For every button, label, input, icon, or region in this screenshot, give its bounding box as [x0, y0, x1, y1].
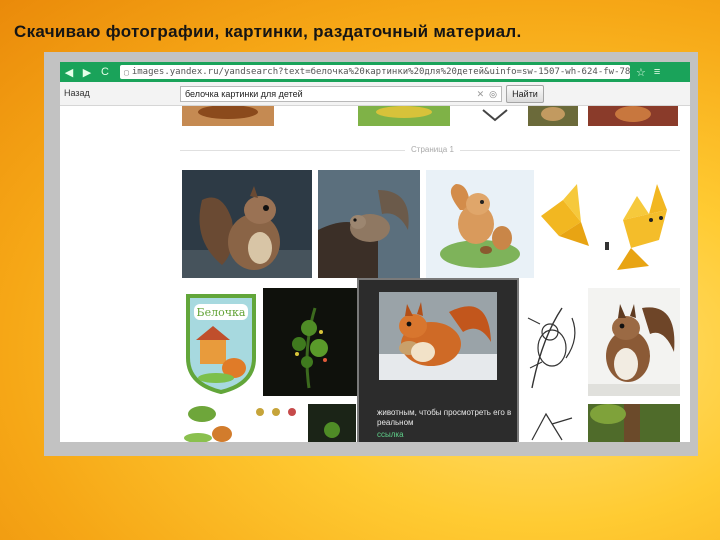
browser-window: ◀ ▶ C ▢ images.yandex.ru/yandsearch?text…: [60, 62, 690, 442]
search-query: белочка картинки для детей: [185, 89, 303, 99]
image-result[interactable]: [522, 404, 582, 442]
search-input[interactable]: белочка картинки для детей ✕ ◎: [180, 86, 502, 102]
menu-icon[interactable]: ≡: [654, 66, 660, 78]
url-text: images.yandex.ru/yandsearch?text=белочка…: [131, 67, 630, 77]
forward-arrow-icon[interactable]: ▶: [78, 66, 96, 79]
image-result[interactable]: [588, 404, 680, 442]
slide-title: Скачиваю фотографии, картинки, раздаточн…: [14, 22, 522, 41]
preview-description: животным, чтобы просмотреть его в реальн…: [377, 408, 512, 427]
image-result[interactable]: [263, 288, 357, 396]
image-result[interactable]: [537, 170, 679, 278]
image-result[interactable]: [318, 170, 420, 278]
back-arrow-icon[interactable]: ◀: [60, 66, 78, 79]
star-icon[interactable]: ☆: [636, 66, 646, 79]
image-result[interactable]: [475, 106, 515, 126]
image-result[interactable]: [588, 288, 680, 396]
find-button[interactable]: Найти: [506, 85, 544, 103]
image-result[interactable]: [426, 170, 534, 278]
back-button[interactable]: Назад: [64, 88, 90, 98]
image-result[interactable]: [308, 404, 356, 442]
clear-icon[interactable]: ✕: [477, 89, 485, 100]
image-preview-popup[interactable]: животным, чтобы просмотреть его в реальн…: [357, 278, 519, 442]
camera-icon[interactable]: ◎: [489, 89, 497, 100]
image-result[interactable]: [528, 106, 578, 126]
svg-text:Белочка: Белочка: [197, 306, 246, 319]
preview-image[interactable]: [379, 292, 497, 380]
image-result[interactable]: [246, 404, 304, 442]
reload-icon[interactable]: C: [96, 66, 114, 78]
image-result[interactable]: [522, 288, 582, 396]
search-row: Назад белочка картинки для детей ✕ ◎ Най…: [60, 82, 690, 106]
browser-toolbar: ◀ ▶ C ▢ images.yandex.ru/yandsearch?text…: [60, 62, 690, 82]
image-result[interactable]: [588, 106, 678, 126]
page-icon: ▢: [124, 67, 129, 77]
page-label: Страница 1: [405, 145, 460, 154]
preview-link[interactable]: ссылка: [377, 430, 404, 439]
image-result[interactable]: [358, 106, 450, 126]
image-result[interactable]: [182, 404, 240, 442]
image-result[interactable]: [182, 106, 274, 126]
image-result[interactable]: Белочка: [182, 288, 260, 396]
address-bar[interactable]: ▢ images.yandex.ru/yandsearch?text=белоч…: [120, 65, 630, 79]
image-result[interactable]: [182, 170, 312, 278]
